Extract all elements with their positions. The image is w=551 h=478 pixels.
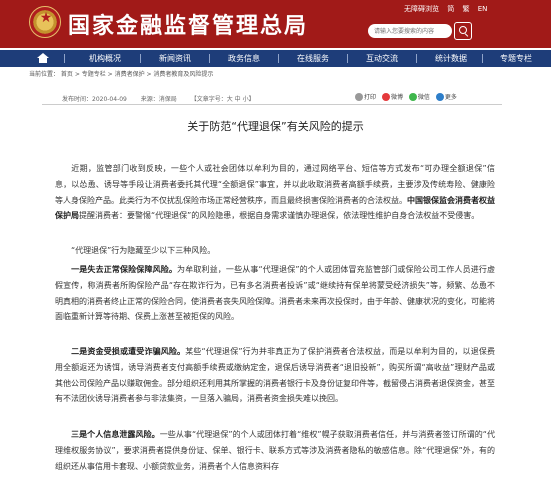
risk-heading: 二是资金受损或遭受诈骗风险。 bbox=[71, 347, 186, 356]
publish-date: 发布时间：2020-04-09 bbox=[62, 96, 127, 103]
share-more-label[interactable]: 更多 bbox=[445, 94, 457, 101]
article-title: 关于防范“代理退保”有关风险的提示 bbox=[187, 120, 364, 133]
accessibility-link[interactable]: 无障碍浏览 bbox=[404, 5, 439, 13]
site-title[interactable]: 国家金融监督管理总局 bbox=[68, 8, 308, 40]
print-label[interactable]: 打印 bbox=[364, 94, 376, 101]
wechat-icon[interactable] bbox=[408, 92, 417, 101]
print-icon[interactable] bbox=[355, 92, 363, 101]
nav-divider bbox=[209, 54, 210, 63]
header-divider bbox=[42, 104, 502, 105]
article-paragraph: 三是个人信息泄露风险。一些从事“代理退保”的个人或团体打着“维权”幌子获取消费者… bbox=[55, 430, 496, 471]
nav-item-gov-info[interactable]: 政务信息 bbox=[213, 52, 275, 65]
article-source: 来源：消保局 bbox=[140, 96, 177, 103]
site-header: ★ 国家金融监督管理总局 无障碍浏览 简 繁 EN bbox=[0, 0, 551, 48]
weibo-icon[interactable] bbox=[381, 92, 390, 101]
nav-item-statistics[interactable]: 统计数据 bbox=[420, 52, 482, 65]
nav-divider bbox=[482, 54, 483, 63]
risk-heading: 一是失去正常保险保障风险。 bbox=[71, 265, 178, 274]
share-wechat-label[interactable]: 微信 bbox=[418, 94, 430, 101]
share-bar: 打印 微博 微信 更多 bbox=[355, 92, 461, 101]
more-icon[interactable] bbox=[435, 92, 444, 101]
nav-divider bbox=[278, 54, 279, 63]
article-paragraph: “代理退保”行为隐藏至少以下三种风险。 bbox=[71, 246, 216, 255]
nav-divider bbox=[416, 54, 417, 63]
nav-item-about[interactable]: 机构概况 bbox=[74, 52, 136, 65]
nav-item-interaction[interactable]: 互动交流 bbox=[351, 52, 413, 65]
nav-item-special-topics[interactable]: 专题专栏 bbox=[485, 52, 547, 65]
share-weibo-label[interactable]: 微博 bbox=[391, 94, 403, 101]
search-icon[interactable] bbox=[454, 22, 472, 40]
nav-divider bbox=[64, 54, 65, 63]
english-link[interactable]: EN bbox=[478, 5, 488, 13]
traditional-link[interactable]: 繁 bbox=[462, 5, 469, 13]
nav-divider bbox=[347, 54, 348, 63]
national-emblem-icon: ★ bbox=[29, 6, 61, 38]
home-icon[interactable] bbox=[36, 53, 50, 64]
article-meta: 发布时间：2020-04-09 来源：消保局 【文章字号：大 中 小】 bbox=[62, 94, 267, 103]
breadcrumb[interactable]: 当前位置： 首页 > 专题专栏 > 消费者保护 > 消费者教育及风险提示 bbox=[29, 69, 213, 78]
font-size-label: 【文章字号：大 中 小】 bbox=[190, 96, 255, 103]
article-paragraph: 近期，监管部门收到反映，一些个人或社会团体以牟利为目的，通过网络平台、短信等方式… bbox=[55, 164, 495, 221]
nav-item-news[interactable]: 新闻资讯 bbox=[144, 52, 206, 65]
utility-links: 无障碍浏览 简 繁 EN bbox=[398, 4, 487, 14]
main-nav: 机构概况 新闻资讯 政务信息 在线服务 互动交流 统计数据 专题专栏 bbox=[0, 50, 551, 67]
simplified-link[interactable]: 简 bbox=[447, 5, 454, 13]
article-paragraph: 一是失去正常保险保障风险。为牟取利益，一些从事“代理退保”的个人或团体冒充监管部… bbox=[55, 265, 496, 322]
search-input[interactable] bbox=[368, 24, 452, 38]
nav-divider bbox=[140, 54, 141, 63]
article-paragraph: 二是资金受损或遭受诈骗风险。某些“代理退保”行为并非真正为了保护消费者合法权益，… bbox=[55, 347, 495, 404]
nav-item-online-service[interactable]: 在线服务 bbox=[282, 52, 344, 65]
risk-heading: 三是个人信息泄露风险。 bbox=[71, 430, 160, 439]
font-size-options[interactable]: 大 中 小】 bbox=[227, 96, 255, 103]
